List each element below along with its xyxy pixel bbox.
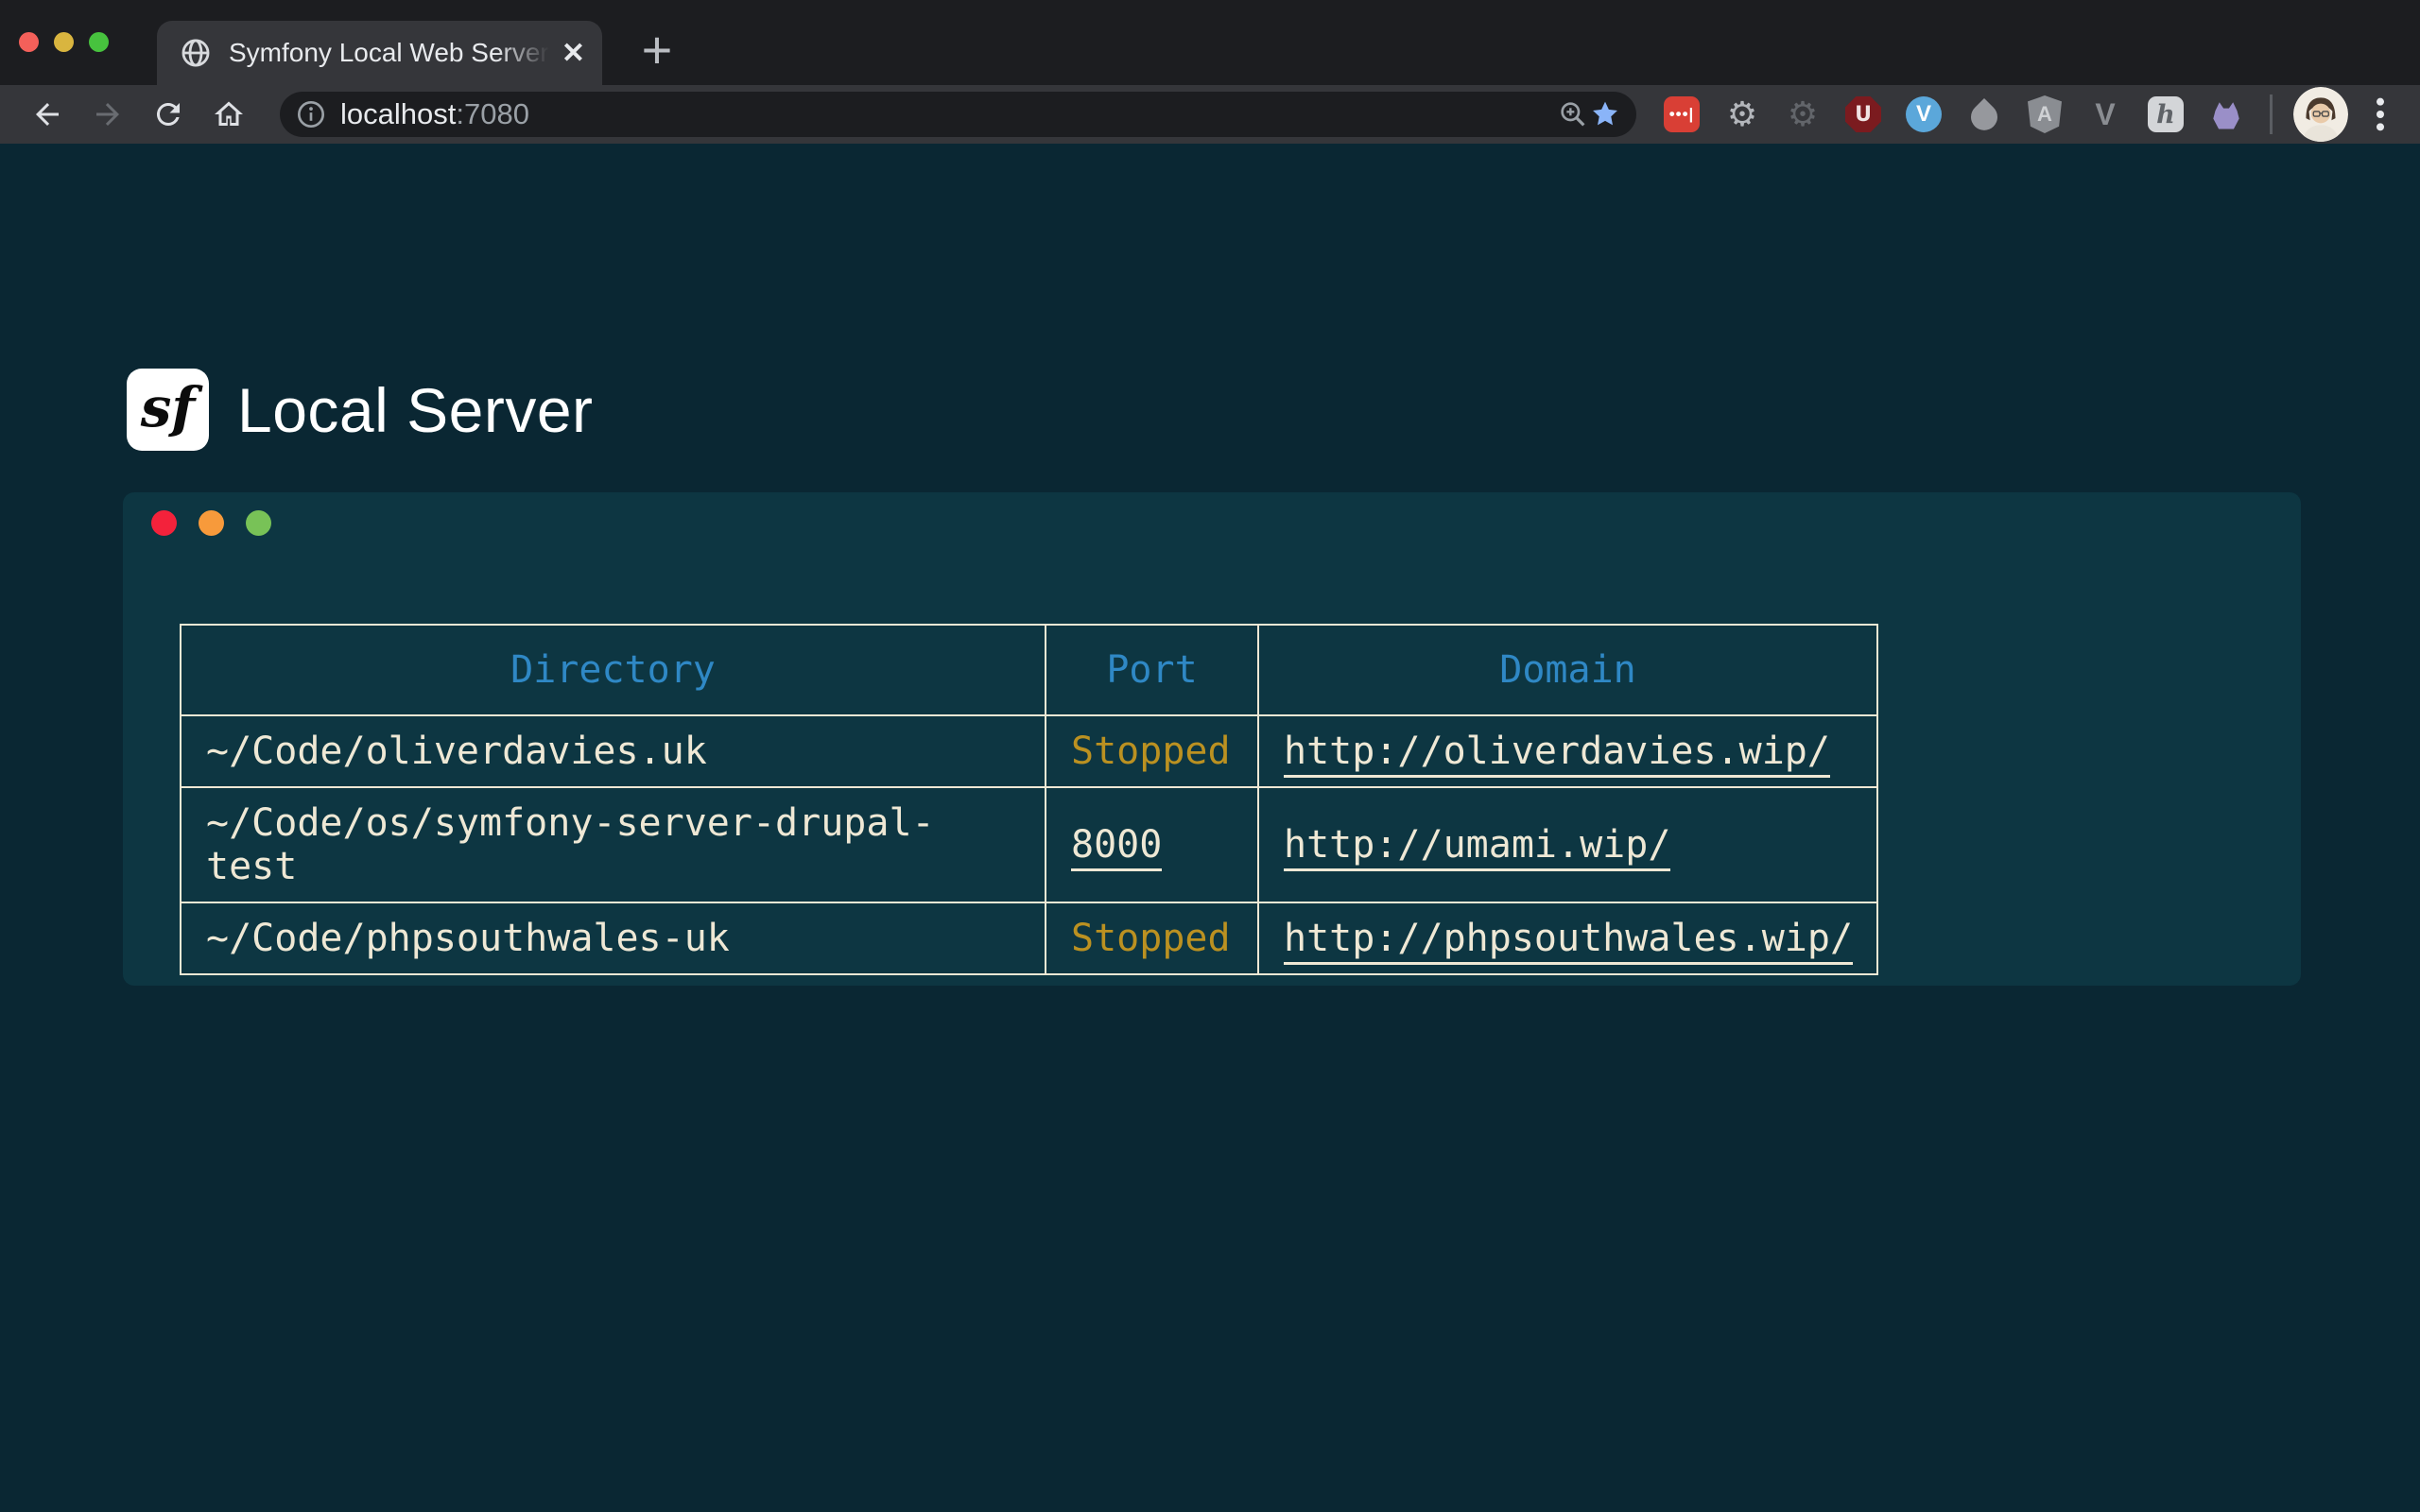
ublock-extension-icon[interactable]: U <box>1844 95 1882 133</box>
server-row: ~/Code/oliverdavies.uk Stopped http://oliv… <box>181 715 1877 787</box>
port-status-stopped: Stopped <box>1071 730 1231 773</box>
domain-column-header: Domain <box>1258 625 1877 715</box>
window-controls <box>19 32 109 52</box>
brand-header: sf Local Server <box>127 369 594 451</box>
tab-close-icon[interactable]: ✕ <box>562 37 585 70</box>
panel-dot-red <box>151 510 177 536</box>
port-status-stopped: Stopped <box>1071 917 1231 960</box>
vue-extension-icon[interactable]: V <box>2086 95 2124 133</box>
url-host: localhost <box>340 97 456 131</box>
port-link[interactable]: 8000 <box>1071 823 1162 871</box>
domain-cell: http://oliverdavies.wip/ <box>1258 715 1877 787</box>
browser-tab[interactable]: Symfony Local Web Server: Prox ✕ <box>157 21 602 85</box>
domain-link[interactable]: http://umami.wip/ <box>1284 823 1670 871</box>
server-row: ~/Code/phpsouthwales-uk Stopped http://php… <box>181 902 1877 974</box>
port-cell: Stopped <box>1046 902 1258 974</box>
browser-toolbar: localhost :7080 •••|⚙⚙UVAVh <box>0 85 2420 144</box>
extensions-bar: •••|⚙⚙UVAVh <box>1663 95 2245 133</box>
tab-strip: Symfony Local Web Server: Prox ✕ + <box>0 0 2420 85</box>
page-title: Local Server <box>237 374 594 446</box>
directory-cell: ~/Code/oliverdavies.uk <box>181 715 1046 787</box>
domain-link[interactable]: http://phpsouthwales.wip/ <box>1284 917 1853 965</box>
symfony-logo-icon: sf <box>127 369 209 451</box>
panel-dot-orange <box>199 510 224 536</box>
panel-window-dots <box>151 510 271 536</box>
directory-cell: ~/Code/os/symfony-server-drupal-test <box>181 787 1046 902</box>
reload-button[interactable] <box>138 88 199 141</box>
table-header-row: Directory Port Domain <box>181 625 1877 715</box>
gear-extension-icon[interactable]: ⚙ <box>1723 95 1761 133</box>
address-bar[interactable]: localhost :7080 <box>280 92 1636 137</box>
domain-cell: http://phpsouthwales.wip/ <box>1258 902 1877 974</box>
browser-menu-kebab-icon[interactable] <box>2358 88 2403 141</box>
back-button[interactable] <box>17 88 78 141</box>
directory-column-header: Directory <box>181 625 1046 715</box>
window-zoom-button[interactable] <box>89 32 109 52</box>
zoom-icon[interactable] <box>1557 98 1589 130</box>
password-manager-extension-icon[interactable]: •••| <box>1663 95 1701 133</box>
page-content: sf Local Server Directory Port Domain ~/… <box>0 144 2420 1512</box>
honey-extension-icon[interactable]: h <box>2147 95 2185 133</box>
port-column-header: Port <box>1046 625 1258 715</box>
port-cell: Stopped <box>1046 715 1258 787</box>
tab-title: Symfony Local Web Server: Prox <box>229 38 556 68</box>
bookmark-star-icon[interactable] <box>1589 98 1621 130</box>
domain-cell: http://umami.wip/ <box>1258 787 1877 902</box>
toolbar-divider <box>2270 94 2273 134</box>
site-info-icon[interactable] <box>295 98 327 130</box>
angular-shield-extension-icon[interactable]: A <box>2026 95 2064 133</box>
new-tab-button[interactable]: + <box>619 13 695 85</box>
octocat-extension-icon[interactable] <box>2207 95 2245 133</box>
terminal-panel: Directory Port Domain ~/Code/oliverdavie… <box>123 492 2301 986</box>
forward-button <box>78 88 138 141</box>
vimium-extension-icon[interactable]: V <box>1905 95 1943 133</box>
globe-favicon-icon <box>180 37 212 69</box>
home-button[interactable] <box>199 88 259 141</box>
port-cell: 8000 <box>1046 787 1258 902</box>
panel-dot-green <box>246 510 271 536</box>
window-minimize-button[interactable] <box>54 32 74 52</box>
gear-dim-extension-icon[interactable]: ⚙ <box>1784 95 1822 133</box>
window-close-button[interactable] <box>19 32 39 52</box>
profile-avatar[interactable] <box>2293 87 2348 142</box>
servers-table: Directory Port Domain ~/Code/oliverdavie… <box>180 624 1878 975</box>
domain-link[interactable]: http://oliverdavies.wip/ <box>1284 730 1830 778</box>
server-row: ~/Code/os/symfony-server-drupal-test 8000… <box>181 787 1877 902</box>
drupal-extension-icon[interactable] <box>1965 95 2003 133</box>
url-port: :7080 <box>456 97 529 131</box>
directory-cell: ~/Code/phpsouthwales-uk <box>181 902 1046 974</box>
